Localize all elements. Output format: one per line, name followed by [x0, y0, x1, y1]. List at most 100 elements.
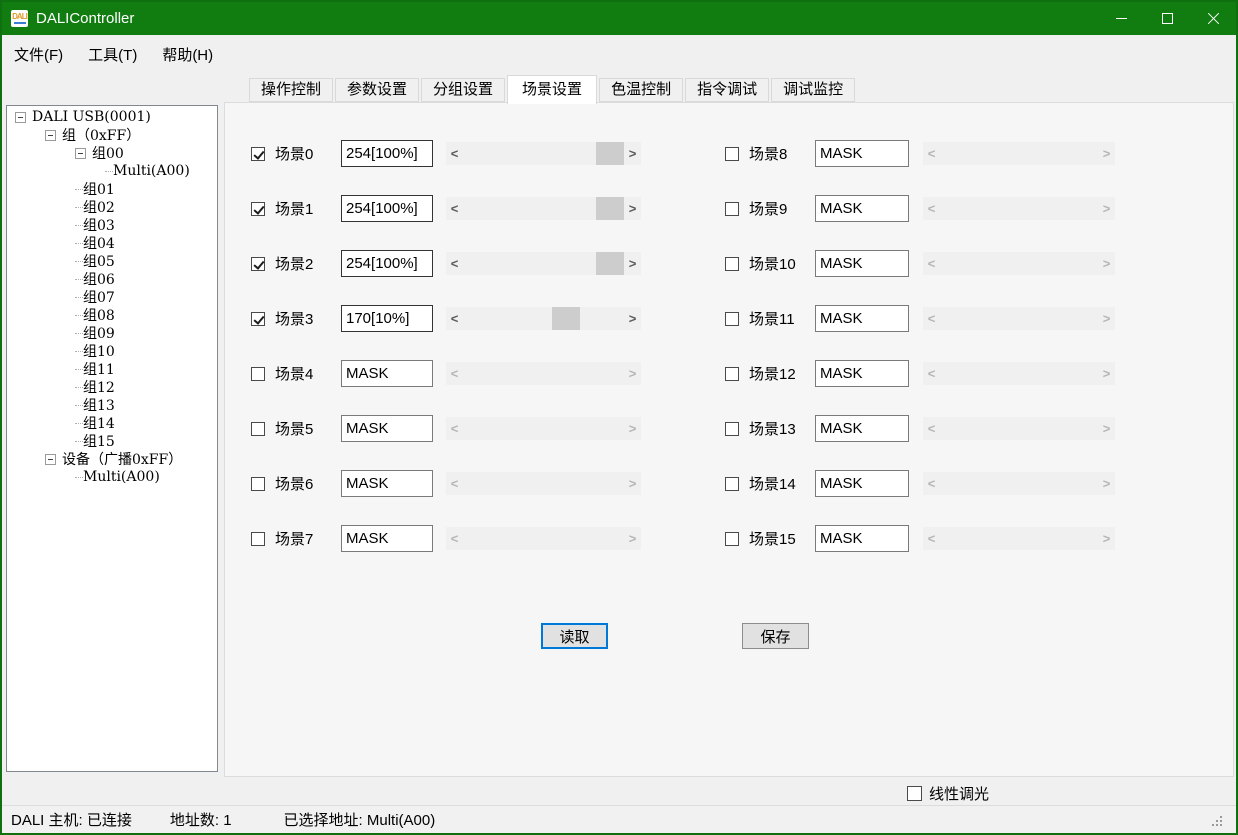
- scene-level-slider[interactable]: <>: [446, 142, 641, 165]
- slider-thumb[interactable]: [596, 252, 624, 275]
- tree-item[interactable]: 组15: [7, 432, 217, 450]
- scene-value-input[interactable]: [815, 140, 909, 167]
- menu-tools[interactable]: 工具(T): [87, 42, 138, 67]
- scene-checkbox[interactable]: [251, 367, 265, 381]
- scene-value-input[interactable]: [341, 140, 433, 167]
- tree-item[interactable]: 组07: [7, 288, 217, 306]
- scene-value-input[interactable]: [341, 415, 433, 442]
- tree-item[interactable]: Multi(A00): [7, 468, 217, 486]
- scene-checkbox[interactable]: [251, 312, 265, 326]
- tree-item[interactable]: 组14: [7, 414, 217, 432]
- scene-level-slider[interactable]: <>: [446, 307, 641, 330]
- scene-value-input[interactable]: [815, 250, 909, 277]
- tree-item[interactable]: 组13: [7, 396, 217, 414]
- slider-left-arrow-icon[interactable]: <: [446, 197, 463, 220]
- tree-branch-line: [75, 207, 83, 208]
- tree-item[interactable]: 组04: [7, 234, 217, 252]
- scene-checkbox[interactable]: [725, 367, 739, 381]
- scene-value-input[interactable]: [815, 525, 909, 552]
- slider-left-arrow-icon[interactable]: <: [446, 142, 463, 165]
- tree-item[interactable]: 组03: [7, 216, 217, 234]
- slider-thumb[interactable]: [596, 142, 624, 165]
- scene-checkbox[interactable]: [725, 147, 739, 161]
- scene-value-input[interactable]: [341, 250, 433, 277]
- tree-collapse-icon[interactable]: [75, 148, 86, 159]
- tree-item[interactable]: DALI USB(0001): [7, 108, 217, 126]
- slider-right-arrow-icon: >: [624, 472, 641, 495]
- tree-item-label: Multi(A00): [83, 469, 160, 485]
- scene-value-input[interactable]: [815, 305, 909, 332]
- tab-6[interactable]: 指令调试: [685, 78, 769, 102]
- resize-grip-icon[interactable]: [1220, 824, 1222, 826]
- minimize-button[interactable]: [1098, 2, 1144, 35]
- slider-left-arrow-icon[interactable]: <: [446, 307, 463, 330]
- scene-checkbox[interactable]: [251, 532, 265, 546]
- tree-item[interactable]: 设备（广播0xFF）: [7, 450, 217, 468]
- scene-value-input[interactable]: [815, 360, 909, 387]
- scene-checkbox[interactable]: [251, 257, 265, 271]
- linear-dimming-control[interactable]: 线性调光: [907, 783, 989, 804]
- menu-help[interactable]: 帮助(H): [161, 42, 214, 67]
- tree-item[interactable]: 组06: [7, 270, 217, 288]
- scene-checkbox[interactable]: [251, 477, 265, 491]
- scene-value-input[interactable]: [815, 470, 909, 497]
- slider-thumb[interactable]: [596, 197, 624, 220]
- scene-checkbox[interactable]: [725, 202, 739, 216]
- scene-checkbox[interactable]: [725, 312, 739, 326]
- scene-checkbox[interactable]: [251, 202, 265, 216]
- tree-view: DALI USB(0001)组（0xFF）组00Multi(A00)组01组02…: [7, 108, 217, 486]
- window-controls: [1098, 2, 1236, 35]
- linear-dimming-checkbox[interactable]: [907, 786, 922, 801]
- slider-right-arrow-icon[interactable]: >: [624, 307, 641, 330]
- tree-item[interactable]: 组08: [7, 306, 217, 324]
- scene-value-input[interactable]: [815, 415, 909, 442]
- scene-checkbox[interactable]: [725, 532, 739, 546]
- scene-level-slider[interactable]: <>: [446, 252, 641, 275]
- slider-left-arrow-icon[interactable]: <: [446, 252, 463, 275]
- tree-collapse-icon[interactable]: [15, 112, 26, 123]
- tree-item[interactable]: 组02: [7, 198, 217, 216]
- tree-item[interactable]: Multi(A00): [7, 162, 217, 180]
- tree-item[interactable]: 组12: [7, 378, 217, 396]
- tab-4[interactable]: 场景设置: [507, 75, 597, 104]
- tree-item[interactable]: 组10: [7, 342, 217, 360]
- tree-item[interactable]: 组09: [7, 324, 217, 342]
- slider-right-arrow-icon[interactable]: >: [624, 142, 641, 165]
- save-button[interactable]: 保存: [742, 623, 809, 649]
- tree-collapse-icon[interactable]: [45, 454, 56, 465]
- scene-checkbox[interactable]: [251, 422, 265, 436]
- slider-right-arrow-icon[interactable]: >: [624, 252, 641, 275]
- tree-item[interactable]: 组00: [7, 144, 217, 162]
- tree-item[interactable]: 组05: [7, 252, 217, 270]
- scene-checkbox[interactable]: [725, 477, 739, 491]
- slider-thumb[interactable]: [552, 307, 580, 330]
- close-button[interactable]: [1190, 2, 1236, 35]
- tree-item[interactable]: 组11: [7, 360, 217, 378]
- tree-item-label: 组09: [83, 323, 115, 343]
- tree-item[interactable]: 组01: [7, 180, 217, 198]
- tab-2[interactable]: 参数设置: [335, 78, 419, 102]
- tab-3[interactable]: 分组设置: [421, 78, 505, 102]
- scene-value-input[interactable]: [815, 195, 909, 222]
- scene-label: 场景13: [749, 418, 815, 439]
- scene-value-input[interactable]: [341, 195, 433, 222]
- scene-value-input[interactable]: [341, 470, 433, 497]
- tab-7[interactable]: 调试监控: [771, 78, 855, 102]
- scene-value-input[interactable]: [341, 360, 433, 387]
- slider-right-arrow-icon[interactable]: >: [624, 197, 641, 220]
- tree-collapse-icon[interactable]: [45, 130, 56, 141]
- maximize-button[interactable]: [1144, 2, 1190, 35]
- scene-row: 场景14<>: [725, 456, 1115, 511]
- scene-checkbox[interactable]: [251, 147, 265, 161]
- scene-checkbox[interactable]: [725, 257, 739, 271]
- tree-branch-line: [75, 369, 83, 370]
- tab-1[interactable]: 操作控制: [249, 78, 333, 102]
- read-button[interactable]: 读取: [541, 623, 608, 649]
- tree-item[interactable]: 组（0xFF）: [7, 126, 217, 144]
- scene-value-input[interactable]: [341, 305, 433, 332]
- menu-file[interactable]: 文件(F): [13, 42, 64, 67]
- scene-value-input[interactable]: [341, 525, 433, 552]
- tab-5[interactable]: 色温控制: [599, 78, 683, 102]
- scene-checkbox[interactable]: [725, 422, 739, 436]
- scene-level-slider[interactable]: <>: [446, 197, 641, 220]
